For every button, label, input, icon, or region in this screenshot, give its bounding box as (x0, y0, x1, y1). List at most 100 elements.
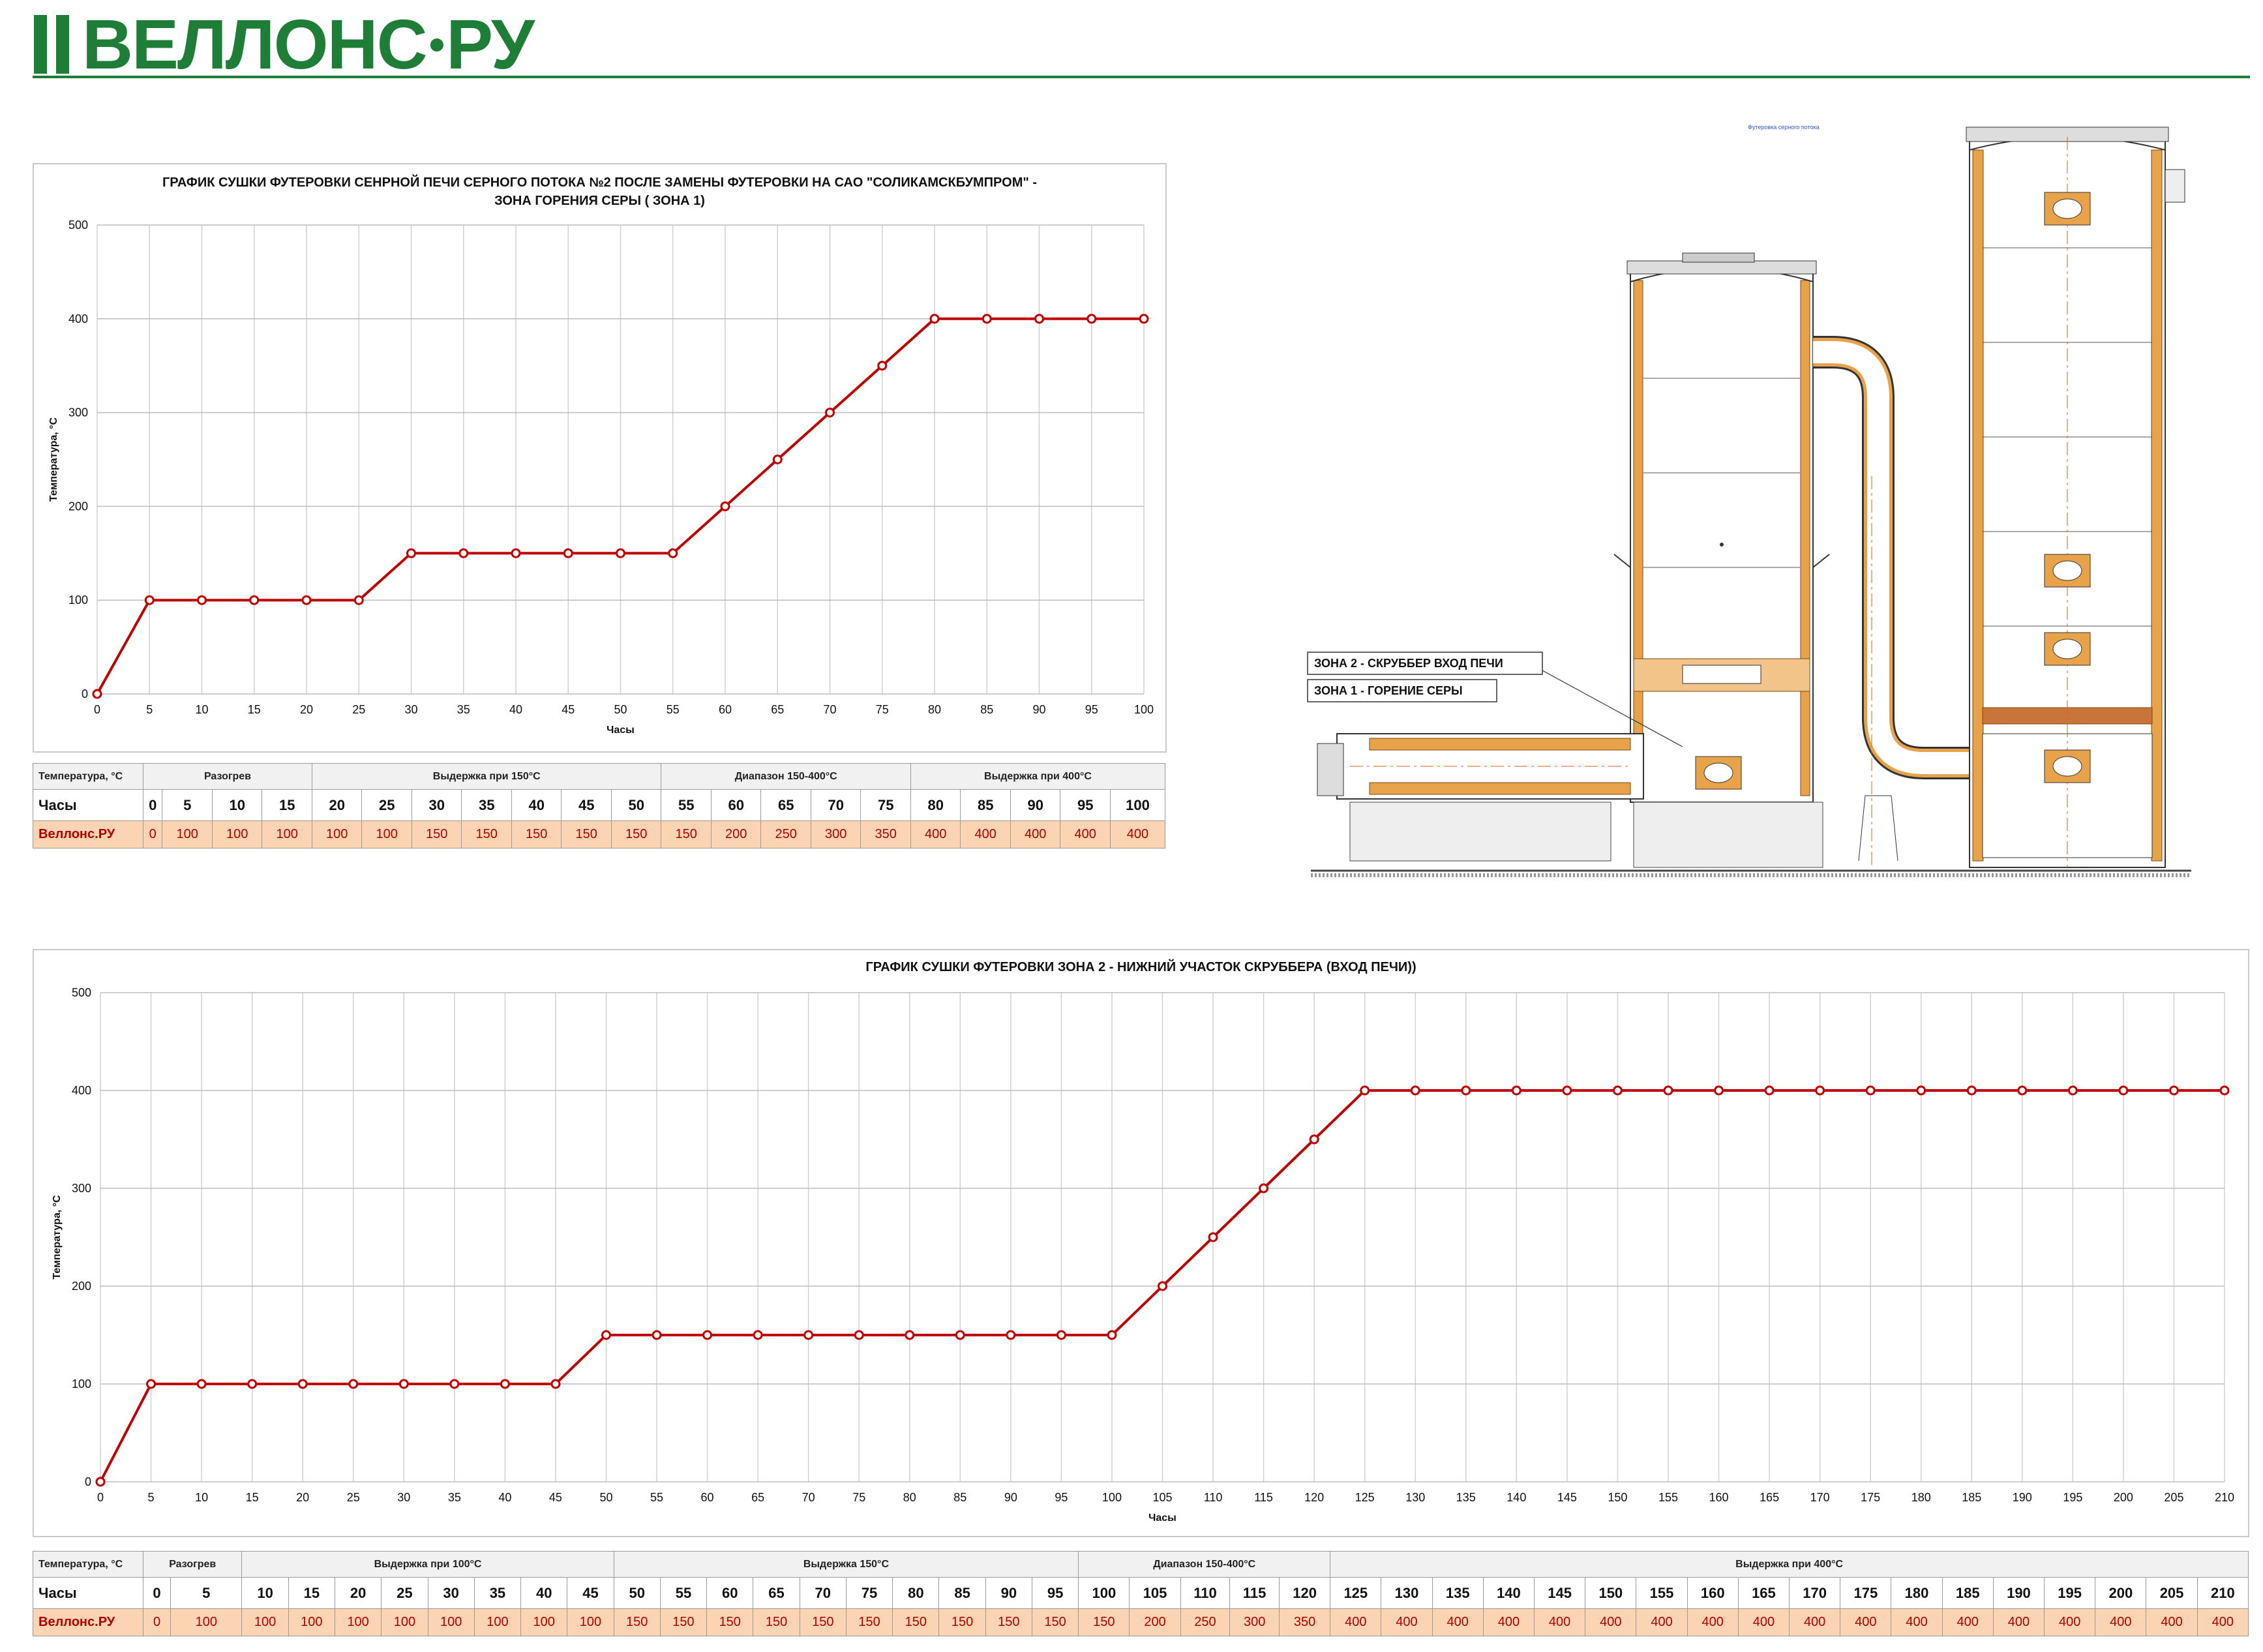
table-zone2: Температура, °С Разогрев Выдержка при 100°… (33, 1551, 2249, 1636)
table-group-header: Диапазон 150-400°С (1078, 1551, 1331, 1578)
hours-cell: 80 (892, 1577, 940, 1609)
hours-cell: 85 (960, 789, 1011, 821)
x-tick-label: 45 (549, 1491, 562, 1504)
right-tower (1966, 127, 2185, 868)
hours-cell: 200 (2095, 1577, 2147, 1609)
table-group-header: Разогрев (142, 1551, 243, 1578)
data-point (2067, 1085, 2078, 1096)
value-cell: 100 (427, 1608, 475, 1636)
data-point (1107, 1330, 1117, 1340)
hours-cell: 95 (1060, 789, 1111, 821)
y-tick-label: 100 (68, 593, 88, 607)
value-cell: 250 (760, 820, 811, 849)
value-cell: 400 (910, 820, 961, 849)
value-cell: 150 (561, 820, 612, 849)
brand-logo: ВЕЛЛОНС • РУ (34, 8, 535, 79)
x-tick-label: 80 (903, 1491, 916, 1504)
hours-cell: 190 (1992, 1577, 2045, 1609)
x-tick-label: 130 (1405, 1491, 1425, 1504)
hours-cell: 135 (1431, 1577, 1484, 1609)
y-axis-label: Температура, °С (48, 417, 59, 502)
value-cell: 350 (1278, 1608, 1331, 1636)
data-point (652, 1330, 662, 1340)
value-cell: 100 (311, 820, 363, 849)
x-tick-label: 190 (2013, 1491, 2032, 1504)
value-cell: 400 (1891, 1608, 1943, 1636)
data-point (146, 1379, 157, 1389)
value-cell: 400 (1840, 1608, 1892, 1636)
value-cell: 100 (567, 1608, 614, 1636)
data-point (550, 1379, 561, 1389)
value-cell: 150 (613, 1608, 661, 1636)
data-point (1087, 314, 1097, 324)
x-tick-label: 155 (1658, 1491, 1678, 1504)
x-tick-label: 25 (352, 703, 365, 716)
x-tick-label: 105 (1152, 1491, 1172, 1504)
hours-cell: 10 (241, 1577, 289, 1609)
chart1-plot: 0 5 10 15 20 25 30 35 40 45 50 55 60 65 70 75 80 85 90 95 10… (48, 218, 1154, 736)
data-point (1562, 1085, 1572, 1096)
hours-cell: 45 (567, 1577, 614, 1609)
x-tick-label: 75 (852, 1491, 865, 1504)
x-tick-label: 140 (1506, 1491, 1526, 1504)
data-point (982, 314, 992, 324)
hours-cell: 210 (2196, 1577, 2249, 1609)
value-cell: 150 (892, 1608, 940, 1636)
value-cell: 400 (1737, 1608, 1790, 1636)
data-point (197, 595, 207, 605)
x-tick-label: 160 (1709, 1491, 1729, 1504)
x-tick-label: 15 (248, 703, 261, 716)
value-cell: 150 (511, 820, 562, 849)
y-tick-label: 0 (82, 687, 88, 700)
x-axis-label: Часы (1148, 1512, 1176, 1524)
hours-cell: 165 (1737, 1577, 1790, 1609)
x-tick-label: 40 (498, 1491, 511, 1504)
value-cell: 400 (1789, 1608, 1841, 1636)
hours-label: Часы (33, 789, 143, 821)
hours-cell: 55 (661, 789, 712, 821)
y-tick-label: 400 (68, 312, 88, 325)
data-point (500, 1379, 510, 1389)
value-cell: 150 (661, 820, 712, 849)
value-cell: 400 (1010, 820, 1061, 849)
value-cell: 400 (2095, 1608, 2147, 1636)
data-point (144, 595, 155, 605)
furnace-drawing: Футеровка серного потока ЗОНА 2 - СКРУББ… (1307, 124, 2191, 877)
hours-cell: 65 (753, 1577, 800, 1609)
data-point (2168, 1085, 2179, 1096)
value-cell: 100 (520, 1608, 568, 1636)
data-point (2017, 1085, 2028, 1096)
value-cell: 0 (142, 1608, 172, 1636)
x-tick-label: 100 (1134, 703, 1154, 716)
hours-cell: 40 (520, 1577, 568, 1609)
x-tick-label: 170 (1810, 1491, 1830, 1504)
x-tick-label: 210 (2215, 1491, 2234, 1504)
scrubber-tower (1613, 252, 1830, 803)
x-tick-label: 15 (246, 1491, 259, 1504)
x-tick-label: 0 (97, 1491, 104, 1504)
data-point (449, 1379, 460, 1389)
x-tick-label: 95 (1055, 1491, 1068, 1504)
data-point (249, 595, 260, 605)
data-point (955, 1330, 965, 1340)
x-tick-label: 75 (876, 703, 889, 716)
hours-cell: 50 (613, 1577, 661, 1609)
x-tick-label: 205 (2164, 1491, 2183, 1504)
value-cell: 100 (262, 820, 312, 849)
hours-cell: 105 (1129, 1577, 1181, 1609)
hours-cell: 20 (334, 1577, 382, 1609)
data-point (247, 1379, 258, 1389)
value-cell: 400 (1636, 1608, 1688, 1636)
x-tick-label: 135 (1456, 1491, 1476, 1504)
value-cell: 350 (860, 820, 911, 849)
x-tick-label: 185 (1962, 1491, 1981, 1504)
hours-cell: 35 (461, 789, 512, 821)
chart-zone1: ГРАФИК СУШКИ ФУТЕРОВКИ СЕНРНОЙ ПЕЧИ СЕРН… (33, 163, 1167, 753)
x-tick-label: 175 (1861, 1491, 1880, 1504)
hours-cell: 10 (211, 789, 263, 821)
x-tick-label: 10 (195, 1491, 208, 1504)
hours-cell: 0 (142, 789, 163, 821)
value-cell: 150 (461, 820, 512, 849)
x-tick-label: 10 (195, 703, 208, 716)
value-cell: 150 (799, 1608, 847, 1636)
